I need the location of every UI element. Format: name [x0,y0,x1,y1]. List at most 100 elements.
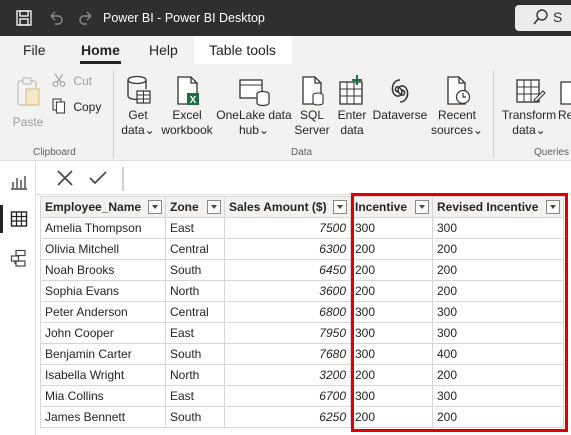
title-bar: Power BI - Power BI Desktop S [0,0,571,36]
table-cell[interactable]: South [165,343,225,365]
table-cell[interactable]: 3200 [224,364,351,386]
sql-label-1: SQL [299,108,324,122]
cancel-formula-icon[interactable] [56,169,74,187]
menu-bar: File Home Help Table tools [0,36,571,64]
table-cell[interactable]: 200 [350,280,433,302]
onelake-data-hub-button[interactable]: OneLake data hub⌄ [216,74,292,138]
formula-input[interactable] [123,167,571,191]
table-cell[interactable]: 7680 [224,343,351,365]
table-cell[interactable]: 200 [350,238,433,260]
enter-data-button[interactable]: Enter data [334,74,370,138]
table-cell[interactable]: Mia Collins [40,385,166,407]
cut-button[interactable]: Cut [52,73,96,89]
undo-icon[interactable] [46,8,66,28]
table-cell[interactable]: John Cooper [40,322,166,344]
table-cell[interactable]: 6250 [224,406,351,428]
table-cell[interactable]: 200 [432,238,564,260]
sql-server-button[interactable]: SQL Server [293,74,331,138]
table-cell[interactable]: 300 [350,322,433,344]
tab-table-tools[interactable]: Table tools [194,36,292,64]
transform-data-label-1: Transform [501,108,557,122]
table-cell[interactable]: 200 [432,280,564,302]
filter-dropdown-icon[interactable] [148,200,162,214]
table-cell[interactable]: 6700 [224,385,351,407]
active-view-indicator [0,205,3,233]
table-cell[interactable]: 7500 [224,217,351,239]
table-cell[interactable]: 300 [350,301,433,323]
recent-sources-button[interactable]: Recent sources⌄ [429,74,485,138]
table-cell[interactable]: North [165,280,225,302]
table-cell[interactable]: Olivia Mitchell [40,238,166,260]
save-icon[interactable] [14,8,34,28]
table-cell[interactable]: East [165,322,225,344]
table-cell[interactable]: 200 [432,364,564,386]
copy-button[interactable]: Copy [52,98,102,115]
table-cell[interactable]: 300 [432,217,564,239]
filter-dropdown-icon[interactable] [546,200,560,214]
table-cell[interactable]: 300 [350,343,433,365]
table-view-icon[interactable] [10,210,28,228]
table-cell[interactable]: 6800 [224,301,351,323]
table-cell[interactable]: Amelia Thompson [40,217,166,239]
paste-button[interactable]: Paste [10,76,46,130]
table-cell[interactable]: 3600 [224,280,351,302]
column-header-label: Employee_Name [45,200,142,214]
search-box[interactable]: S [515,5,571,31]
table-cell[interactable]: 200 [432,406,564,428]
table-cell[interactable]: 6300 [224,238,351,260]
column-revised-incentive-header[interactable]: Revised Incentive [432,196,564,218]
table-cell[interactable]: 200 [350,364,433,386]
table-cell[interactable]: 200 [350,406,433,428]
transform-data-button[interactable]: Transform data⌄ [500,74,558,138]
filter-dropdown-icon[interactable] [415,200,429,214]
tab-home[interactable]: Home [81,42,120,58]
get-data-button[interactable]: Get data⌄ [118,74,158,138]
filter-dropdown-icon[interactable] [207,200,221,214]
queries-group-label: Queries [534,147,570,158]
table-cell[interactable]: 200 [432,259,564,281]
table-cell[interactable]: 7950 [224,322,351,344]
commit-formula-icon[interactable] [88,169,108,187]
window-title: Power BI - Power BI Desktop [103,11,265,25]
report-view-icon[interactable] [10,173,28,191]
sql-server-icon [302,76,324,106]
table-cell[interactable]: South [165,406,225,428]
column-incentive-header[interactable]: Incentive [350,196,433,218]
table-cell[interactable]: 200 [350,259,433,281]
table-cell[interactable]: 300 [350,385,433,407]
tab-help[interactable]: Help [149,42,178,58]
table-cell[interactable]: East [165,217,225,239]
header-row: Employee_Name Zone Sales Amount ($) Incenti… [40,196,564,218]
enter-data-icon [339,75,363,105]
excel-workbook-button[interactable]: X Excel workbook [160,74,214,138]
table-cell[interactable]: East [165,385,225,407]
column-zone-header[interactable]: Zone [165,196,225,218]
dataverse-button[interactable]: Dataverse [372,74,428,123]
redo-icon[interactable] [76,8,96,28]
table-cell[interactable]: 400 [432,343,564,365]
table-cell[interactable]: 300 [432,385,564,407]
table-cell[interactable]: North [165,364,225,386]
model-view-icon[interactable] [10,249,28,267]
table-cell[interactable]: James Bennett [40,406,166,428]
table-cell[interactable]: Central [165,238,225,260]
table-cell[interactable]: Benjamin Carter [40,343,166,365]
table-cell[interactable]: 300 [350,217,433,239]
table-cell[interactable]: Sophia Evans [40,280,166,302]
filter-dropdown-icon[interactable] [333,200,347,214]
column-employee-name-header[interactable]: Employee_Name [40,196,166,218]
table-cell[interactable]: 300 [432,301,564,323]
table-cell[interactable]: Isabella Wright [40,364,166,386]
tab-file[interactable]: File [23,42,46,58]
table-cell[interactable]: 6450 [224,259,351,281]
table-cell[interactable]: Noah Brooks [40,259,166,281]
enter-data-label-2: data [340,123,364,137]
refresh-button[interactable]: Re [558,74,571,123]
table-cell[interactable]: Central [165,301,225,323]
table-cell[interactable]: Peter Anderson [40,301,166,323]
column-header-label: Zone [170,200,199,214]
column-sales-amount-header[interactable]: Sales Amount ($) [224,196,351,218]
table-cell[interactable]: South [165,259,225,281]
table-cell[interactable]: 300 [432,322,564,344]
tab-table-tools-label: Table tools [209,42,276,58]
